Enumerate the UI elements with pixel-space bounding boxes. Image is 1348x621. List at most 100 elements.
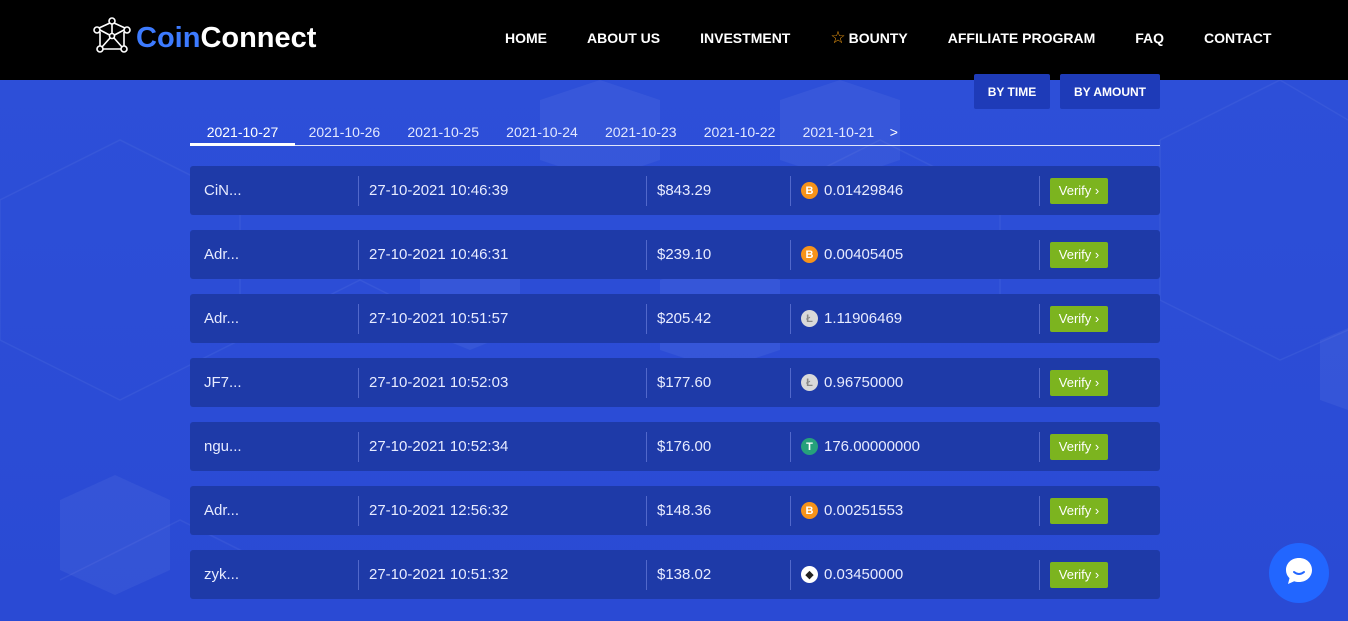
column-divider [790,496,791,526]
column-divider [790,176,791,206]
column-divider [646,560,647,590]
row-time: 27-10-2021 10:52:03 [369,374,509,391]
verify-button[interactable]: Verify › [1050,177,1108,204]
transaction-row: CiN... 27-10-2021 10:46:39 $843.29 B 0.01429… [190,166,1160,215]
row-amount: $177.60 [657,374,712,391]
row-crypto: B 0.00405405 [801,230,903,279]
sort-by-time-button[interactable]: BY TIME [974,74,1050,109]
column-divider [358,304,359,334]
site-header: CoinConnect HOME ABOUT US INVESTMENT ☆ BO… [0,0,1348,80]
row-amount: $176.00 [657,438,712,455]
network-globe-icon [92,16,132,61]
row-user: Adr... [204,246,240,263]
column-divider [646,432,647,462]
btc-coin-icon: B [801,502,818,519]
verify-button[interactable]: Verify › [1050,241,1108,268]
row-crypto: ◆ 0.03450000 [801,550,903,599]
column-divider [358,240,359,270]
transaction-row: JF7... 27-10-2021 10:52:03 $177.60 Ł 0.96750… [190,358,1160,407]
tab-date[interactable]: 2021-10-23 [591,118,690,146]
column-divider [646,304,647,334]
ltc-coin-icon: Ł [801,310,818,327]
column-divider [790,240,791,270]
sort-controls: BY TIME BY AMOUNT [974,74,1160,109]
row-crypto: T 176.00000000 [801,422,920,471]
row-time: 27-10-2021 10:46:39 [369,182,509,199]
verify-button[interactable]: Verify › [1050,561,1108,588]
column-divider [1039,304,1040,334]
verify-button[interactable]: Verify › [1050,369,1108,396]
column-divider [358,496,359,526]
chat-button[interactable] [1269,543,1329,603]
row-crypto-amount: 0.96750000 [824,374,904,391]
btc-coin-icon: B [801,182,818,199]
column-divider [1039,496,1040,526]
row-crypto: Ł 0.96750000 [801,358,903,407]
row-amount: $843.29 [657,182,712,199]
row-crypto-amount: 0.00405405 [824,246,904,263]
transaction-row: zyk... 27-10-2021 10:51:32 $138.02 ◆ 0.03450… [190,550,1160,599]
row-verify-cell: Verify › [1050,422,1108,471]
verify-button[interactable]: Verify › [1050,305,1108,332]
row-time: 27-10-2021 10:46:31 [369,246,509,263]
row-user: JF7... [204,374,242,391]
row-verify-cell: Verify › [1050,230,1108,279]
tab-date[interactable]: 2021-10-25 [394,118,493,146]
nav-faq-label: FAQ [1135,30,1165,46]
row-verify-cell: Verify › [1050,358,1108,407]
ltc-coin-icon: Ł [801,374,818,391]
nav-contact-label: CONTACT [1204,30,1272,46]
tabs-next-arrow[interactable]: > [888,118,898,140]
row-verify-cell: Verify › [1050,550,1108,599]
row-crypto-amount: 0.01429846 [824,182,904,199]
column-divider [790,560,791,590]
btc-coin-icon: B [801,246,818,263]
tab-date[interactable]: 2021-10-24 [493,118,592,146]
row-user: ngu... [204,438,242,455]
row-user: zyk... [204,566,240,583]
column-divider [1039,368,1040,398]
brand-name: CoinConnect [136,22,316,55]
row-amount: $148.36 [657,502,712,519]
nav-faq[interactable]: FAQ [1135,30,1164,46]
row-crypto-amount: 1.11906469 [824,310,903,327]
date-tabs: 2021-10-27 2021-10-26 2021-10-25 2021-10… [190,118,1160,146]
chat-bubble-icon [1283,555,1315,592]
row-time: 27-10-2021 10:52:34 [369,438,509,455]
brand-logo[interactable]: CoinConnect [92,16,316,61]
sort-by-amount-button[interactable]: BY AMOUNT [1060,74,1160,109]
nav-bounty[interactable]: ☆ BOUNTY [830,29,907,46]
verify-button[interactable]: Verify › [1050,433,1108,460]
tab-date-active[interactable]: 2021-10-27 [190,118,295,146]
tab-date[interactable]: 2021-10-22 [690,118,789,146]
nav-home[interactable]: HOME [505,30,547,46]
column-divider [358,368,359,398]
row-crypto-amount: 176.00000000 [824,438,920,455]
tab-date[interactable]: 2021-10-26 [295,118,394,146]
transaction-row: Adr... 27-10-2021 10:46:31 $239.10 B 0.00405… [190,230,1160,279]
transactions-list: CiN... 27-10-2021 10:46:39 $843.29 B 0.01429… [190,166,1160,614]
transaction-row: Adr... 27-10-2021 12:56:32 $148.36 B 0.00251… [190,486,1160,535]
nav-about-us-label: ABOUT US [587,30,661,46]
column-divider [646,176,647,206]
nav-about-us[interactable]: ABOUT US [587,30,660,46]
row-crypto: B 0.00251553 [801,486,903,535]
row-time: 27-10-2021 10:51:57 [369,310,509,327]
nav-affiliate-label: AFFILIATE PROGRAM [947,30,1096,46]
usdt-coin-icon: T [801,438,818,455]
nav-investment[interactable]: INVESTMENT [700,30,790,46]
tab-date[interactable]: 2021-10-21 [789,118,888,146]
column-divider [1039,560,1040,590]
verify-button[interactable]: Verify › [1050,497,1108,524]
column-divider [358,560,359,590]
row-amount: $138.02 [657,566,712,583]
nav-contact[interactable]: CONTACT [1204,30,1271,46]
column-divider [790,368,791,398]
column-divider [1039,240,1040,270]
column-divider [358,432,359,462]
column-divider [358,176,359,206]
transaction-row: Adr... 27-10-2021 10:51:57 $205.42 Ł 1.11906… [190,294,1160,343]
brand-name-connect: Connect [200,21,317,54]
column-divider [1039,432,1040,462]
nav-affiliate-program[interactable]: AFFILIATE PROGRAM [948,30,1096,46]
